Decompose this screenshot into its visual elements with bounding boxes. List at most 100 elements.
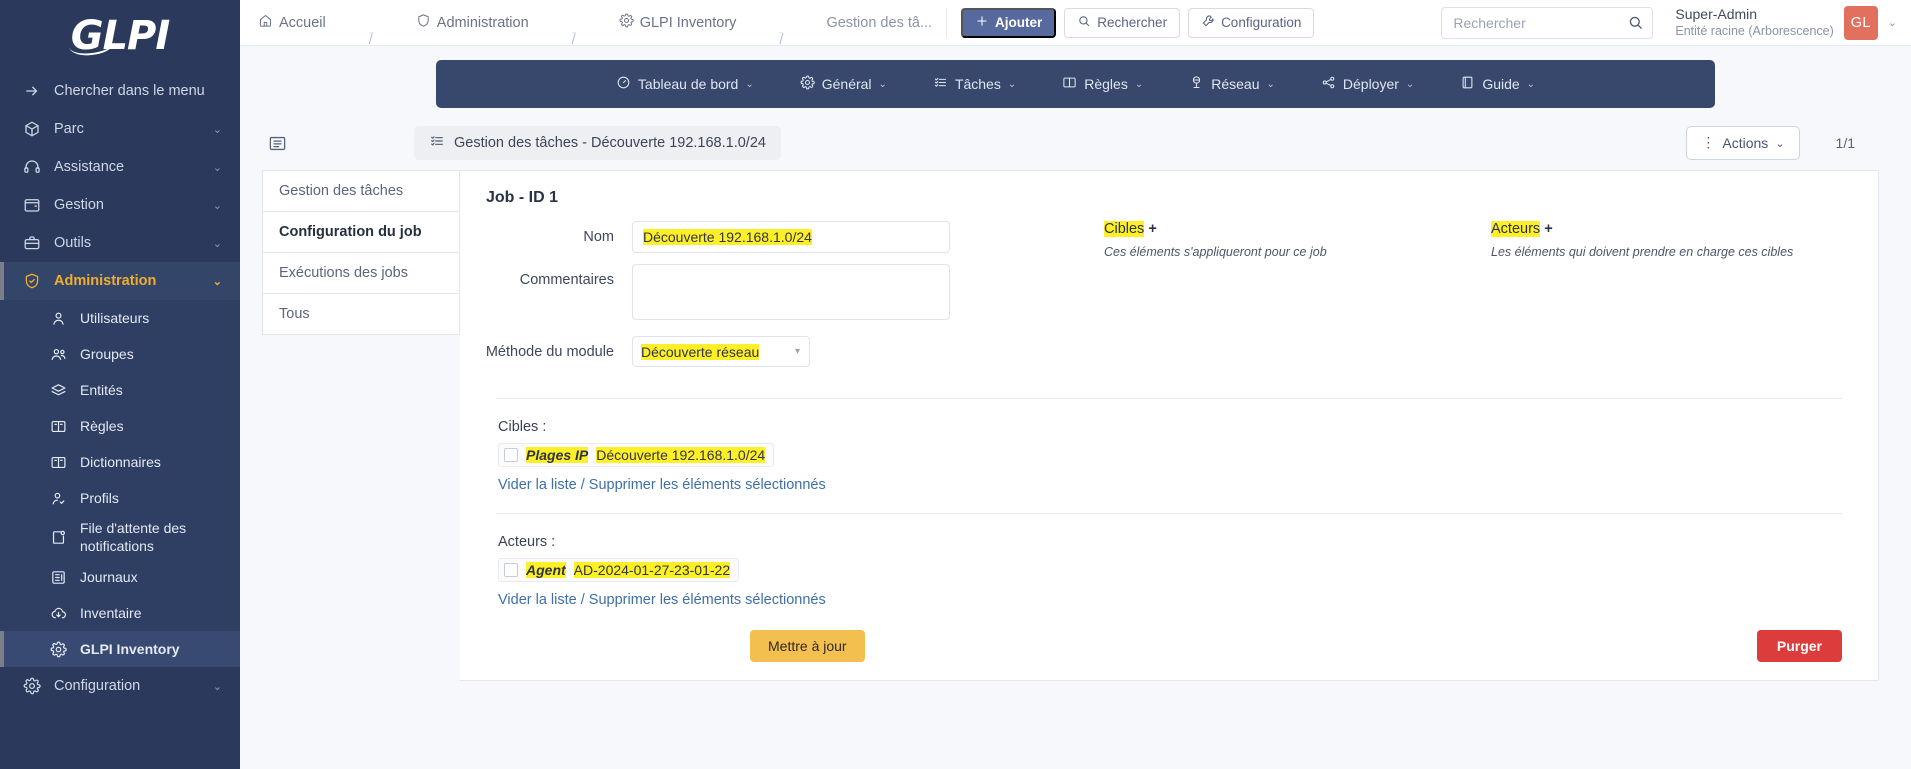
configuration-button[interactable]: Configuration [1188,7,1315,38]
actors-clear-delete-link[interactable]: Vider la liste / Supprimer les éléments … [498,592,826,608]
add-target-icon[interactable]: + [1148,221,1156,237]
add-button[interactable]: Ajouter [961,7,1057,38]
book-icon [48,416,68,436]
form-right-column: Cibles + Ces éléments s'appliqueront pou… [1100,221,1878,378]
breadcrumb-separator: / [368,32,373,48]
update-button[interactable]: Mettre à jour [750,630,865,662]
actors-heading-label: Acteurs [1491,221,1541,237]
method-select[interactable]: Découverte réseau ▾ [632,336,810,367]
tasks-icon [429,133,445,153]
book-icon [1062,75,1077,93]
actors-block-label: Acteurs : [498,534,556,550]
job-config-card: Job - ID 1 Nom Découverte 192.168.1.0/24… [460,170,1879,681]
add-actor-icon[interactable]: + [1544,221,1552,237]
chevron-down-icon[interactable]: ⌄ [1888,16,1897,29]
tab-gestion-des-taches[interactable]: Gestion des tâches [262,170,460,211]
sidebar-item-inventaire[interactable]: Inventaire [0,595,240,631]
modnav-item-guide[interactable]: Guide ⌄ [1460,75,1535,93]
sidebar-submenu-administration: Utilisateurs Groupes Entités Règles Dict… [0,300,240,667]
targets-heading: Cibles + [1104,221,1471,237]
search-input[interactable] [1441,6,1654,39]
modnav-item-reseau[interactable]: Réseau ⌄ [1189,75,1275,93]
modnav-item-general[interactable]: Général ⌄ [800,75,887,93]
field-name-row: Nom Découverte 192.168.1.0/24 [472,221,1100,253]
target-item-value: Découverte 192.168.1.0/24 [596,447,766,463]
gear-icon [800,75,815,93]
target-list-item[interactable]: Plages IP Découverte 192.168.1.0/24 [498,443,775,467]
search-icon[interactable] [1627,14,1644,36]
sidebar-item-label: Assistance [54,159,125,175]
search-button[interactable]: Rechercher [1064,7,1181,38]
sidebar-item-glpi-inventory[interactable]: GLPI Inventory [0,631,240,667]
actions-button[interactable]: ⋮ Actions ⌄ [1686,126,1800,160]
sidebar-item-assistance[interactable]: Assistance ⌄ [0,148,240,186]
sidebar-item-gestion[interactable]: Gestion ⌄ [0,186,240,224]
sidebar-item-search-menu[interactable]: Chercher dans le menu [0,72,240,110]
sidebar-item-dictionnaires[interactable]: Dictionnaires [0,444,240,480]
sidebar-item-label: Dictionnaires [80,454,161,470]
page-title-label: Gestion des tâches - Découverte 192.168.… [454,135,766,151]
toolbar-divider [946,7,948,38]
actors-summary: Acteurs + Les éléments qui doivent prend… [1491,221,1878,378]
sidebar-item-profils[interactable]: Profils [0,480,240,516]
tab-executions-des-jobs[interactable]: Exécutions des jobs [262,252,460,293]
breadcrumb-item-glpi-inventory[interactable]: GLPI Inventory [619,13,736,32]
chevron-down-icon: ⌄ [1405,78,1415,90]
chevron-down-icon: ⌄ [212,275,222,288]
sidebar-item-parc[interactable]: Parc ⌄ [0,110,240,148]
chevron-down-icon: ⌄ [1134,78,1144,90]
glpi-logo[interactable]: GLPI [0,0,240,72]
chevron-down-icon: ⌄ [212,123,222,136]
sidebar-nav-bottom: Configuration ⌄ [0,667,240,705]
comments-label: Commentaires [519,272,614,288]
modnav-item-tableau-de-bord[interactable]: Tableau de bord ⌄ [616,75,754,93]
sidebar-item-entites[interactable]: Entités [0,372,240,408]
actor-list-item[interactable]: Agent AD-2024-01-27-23-01-22 [498,558,740,582]
sidebar-item-configuration[interactable]: Configuration ⌄ [0,667,240,705]
breadcrumb-label: Administration [436,14,529,31]
chevron-down-icon: ⌄ [1775,137,1785,150]
sidebar-item-label: Règles [80,418,124,434]
purge-button[interactable]: Purger [1756,630,1842,662]
name-input[interactable]: Découverte 192.168.1.0/24 [632,221,950,253]
target-checkbox[interactable] [504,448,518,462]
sidebar-item-label: Inventaire [80,605,142,621]
global-search[interactable] [1441,6,1654,39]
chevron-down-icon: ⌄ [212,680,222,693]
avatar[interactable]: GL [1843,5,1878,40]
modnav-item-taches[interactable]: Tâches ⌄ [933,75,1016,93]
targets-clear-delete-link[interactable]: Vider la liste / Supprimer les éléments … [498,477,826,493]
chevron-down-icon: ⌄ [212,237,222,250]
user-menu[interactable]: Super-Admin Entité racine (Arborescence)… [1675,5,1897,40]
sidebar-item-label: Groupes [80,346,134,362]
modnav-item-deployer[interactable]: Déployer ⌄ [1321,75,1414,93]
list-view-icon[interactable] [262,129,292,157]
actors-block: Acteurs : Agent AD-2024-01-27-23-01-22 V… [460,514,1878,608]
modnav-item-regles[interactable]: Règles ⌄ [1062,75,1143,93]
breadcrumb-item-accueil[interactable]: Accueil [258,13,326,32]
sidebar-item-utilisateurs[interactable]: Utilisateurs [0,300,240,336]
comments-textarea[interactable] [632,264,950,320]
sidebar-item-regles[interactable]: Règles [0,408,240,444]
actor-checkbox[interactable] [504,563,518,577]
modnav-label: Général [821,76,872,92]
users-icon [48,344,68,364]
guide-icon [1460,75,1475,93]
tasks-icon [933,75,948,93]
chevron-down-icon: ⌄ [1007,78,1017,90]
tab-tous[interactable]: Tous [262,293,460,335]
breadcrumb-item-current[interactable]: Gestion des tâ... [826,15,932,31]
sidebar-item-outils[interactable]: Outils ⌄ [0,224,240,262]
sidebar-item-file-attente-notifications[interactable]: File d'attente des notifications [0,516,240,559]
configuration-button-label: Configuration [1221,15,1302,30]
notification-icon [48,528,68,548]
sidebar-item-journaux[interactable]: Journaux [0,559,240,595]
tab-configuration-du-job[interactable]: Configuration du job [262,211,460,252]
gear-icon [22,676,42,696]
sidebar-item-groupes[interactable]: Groupes [0,336,240,372]
cloud-download-icon [48,603,68,623]
breadcrumb-item-administration[interactable]: Administration [416,13,529,32]
kebab-menu-icon: ⋮ [1701,134,1716,151]
wrench-icon [1201,14,1215,31]
sidebar-item-administration[interactable]: Administration ⌄ [0,262,240,300]
